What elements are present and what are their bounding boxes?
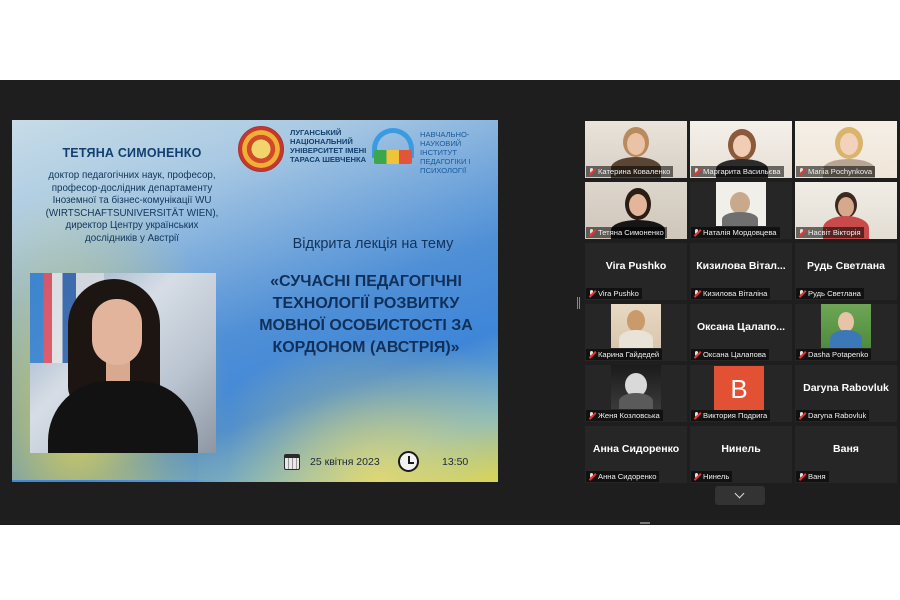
participant-tile[interactable]: Наталія Мордовцева bbox=[690, 182, 792, 239]
participant-display-name: Оксана Цалапо... bbox=[696, 321, 786, 333]
participant-tile[interactable]: Карина Гайдедей bbox=[585, 304, 687, 361]
institute-logo bbox=[370, 128, 416, 166]
participant-tile[interactable]: Vira Pushko Vira Pushko bbox=[585, 243, 687, 300]
calendar-icon bbox=[284, 454, 300, 470]
mic-muted-icon bbox=[799, 412, 805, 419]
participant-photo bbox=[821, 304, 871, 348]
participant-display-name: Анна Сидоренко bbox=[592, 443, 680, 455]
speaker-photo bbox=[30, 273, 216, 453]
participant-name: Кизилова Віталіна bbox=[691, 288, 771, 299]
participant-tile[interactable]: Насвіт Вікторія bbox=[795, 182, 897, 239]
mic-muted-icon bbox=[694, 290, 700, 297]
lecture-title: «СУЧАСНІ ПЕДАГОГІЧНІ ТЕХНОЛОГІЇ РОЗВИТКУ… bbox=[259, 273, 473, 356]
mic-muted-icon bbox=[694, 473, 700, 480]
participant-display-name: Vira Pushko bbox=[605, 260, 667, 272]
participant-display-name: Нинель bbox=[721, 443, 761, 455]
lecture-time: 13:50 bbox=[442, 456, 469, 468]
participant-name: Виктория Подрига bbox=[691, 410, 771, 421]
lecture-date: 25 квітня 2023 bbox=[310, 456, 380, 468]
participant-tile[interactable]: Оксана Цалапо... Оксана Цалапова bbox=[690, 304, 792, 361]
participant-tile-active-speaker[interactable]: Тетяна Симоненко bbox=[585, 182, 687, 239]
mic-muted-icon bbox=[589, 168, 595, 175]
participant-tile[interactable]: Маргарита Васильєва bbox=[690, 121, 792, 178]
shared-screen-slide: ТЕТЯНА СИМОНЕНКО доктор педагогічних нау… bbox=[12, 120, 498, 482]
participant-tile[interactable]: Daryna Rabovluk Daryna Rabovluk bbox=[795, 365, 897, 422]
mic-muted-icon bbox=[694, 351, 700, 358]
participant-avatar: B bbox=[714, 366, 764, 410]
mic-muted-icon bbox=[799, 473, 805, 480]
participant-photo bbox=[611, 365, 661, 409]
participant-name: Оксана Цалапова bbox=[691, 349, 770, 360]
participant-name: Daryna Rabovluk bbox=[796, 410, 870, 421]
mic-muted-icon bbox=[589, 412, 595, 419]
participant-display-name: Daryna Rabovluk bbox=[803, 382, 889, 394]
clock-icon bbox=[398, 451, 419, 472]
mic-muted-icon bbox=[799, 229, 805, 236]
mic-muted-icon bbox=[799, 290, 805, 297]
panel-splitter-handle[interactable] bbox=[577, 297, 580, 309]
participant-display-name: Рудь Светлана bbox=[807, 260, 885, 272]
participant-tile[interactable]: Анна Сидоренко Анна Сидоренко bbox=[585, 426, 687, 483]
participant-name: Насвіт Вікторія bbox=[796, 227, 864, 238]
participant-name: Mariia Pochynkova bbox=[796, 166, 876, 177]
chevron-down-icon bbox=[734, 488, 745, 499]
participant-display-name: Ваня bbox=[833, 443, 859, 455]
speaker-name: ТЕТЯНА СИМОНЕНКО bbox=[62, 146, 202, 160]
lecture-label: Відкрита лекція на тему bbox=[292, 236, 454, 252]
participant-name: Анна Сидоренко bbox=[586, 471, 660, 482]
participant-tile[interactable]: Нинель Нинель bbox=[690, 426, 792, 483]
participant-tile[interactable]: Катерина Коваленко bbox=[585, 121, 687, 178]
scroll-down-button[interactable] bbox=[715, 486, 765, 505]
participant-name: Тетяна Симоненко bbox=[586, 227, 667, 238]
mic-muted-icon bbox=[589, 229, 595, 236]
mic-muted-icon bbox=[694, 229, 700, 236]
participant-tile[interactable]: Mariia Pochynkova bbox=[795, 121, 897, 178]
speaker-bio: доктор педагогічних наук, професор, проф… bbox=[45, 170, 219, 244]
participant-name: Ваня bbox=[796, 471, 829, 482]
institute-logo-text: НАВЧАЛЬНО- НАУКОВИЙ ІНСТИТУТ ПЕДАГОГІКИ … bbox=[420, 130, 471, 175]
mic-muted-icon bbox=[589, 351, 595, 358]
participant-name: Наталія Мордовцева bbox=[691, 227, 780, 238]
participant-name: Маргарита Васильєва bbox=[691, 166, 784, 177]
mic-muted-icon bbox=[799, 351, 805, 358]
participant-name: Vira Pushko bbox=[586, 288, 642, 299]
participant-name: Катерина Коваленко bbox=[586, 166, 674, 177]
divider bbox=[640, 522, 650, 524]
participant-name: Dasha Potapenko bbox=[796, 349, 872, 360]
participant-tile[interactable]: Dasha Potapenko bbox=[795, 304, 897, 361]
participant-name: Нинель bbox=[691, 471, 733, 482]
mic-muted-icon bbox=[589, 290, 595, 297]
participant-name: Женя Козловська bbox=[586, 410, 663, 421]
participant-tile[interactable]: Ваня Ваня bbox=[795, 426, 897, 483]
mic-muted-icon bbox=[589, 473, 595, 480]
participant-tile[interactable]: Женя Козловська bbox=[585, 365, 687, 422]
participant-name: Карина Гайдедей bbox=[586, 349, 663, 360]
mic-muted-icon bbox=[694, 168, 700, 175]
participant-name: Рудь Светлана bbox=[796, 288, 864, 299]
mic-muted-icon bbox=[799, 168, 805, 175]
participant-photo bbox=[611, 304, 661, 348]
university-logo bbox=[238, 126, 284, 172]
university-logo-text: ЛУГАНСЬКИЙ НАЦІОНАЛЬНИЙ УНІВЕРСИТЕТ ІМЕН… bbox=[290, 128, 367, 164]
participant-display-name: Кизилова Вітал... bbox=[696, 260, 786, 272]
participant-tile[interactable]: Рудь Светлана Рудь Светлана bbox=[795, 243, 897, 300]
participant-tile[interactable]: Кизилова Вітал... Кизилова Віталіна bbox=[690, 243, 792, 300]
mic-muted-icon bbox=[694, 412, 700, 419]
